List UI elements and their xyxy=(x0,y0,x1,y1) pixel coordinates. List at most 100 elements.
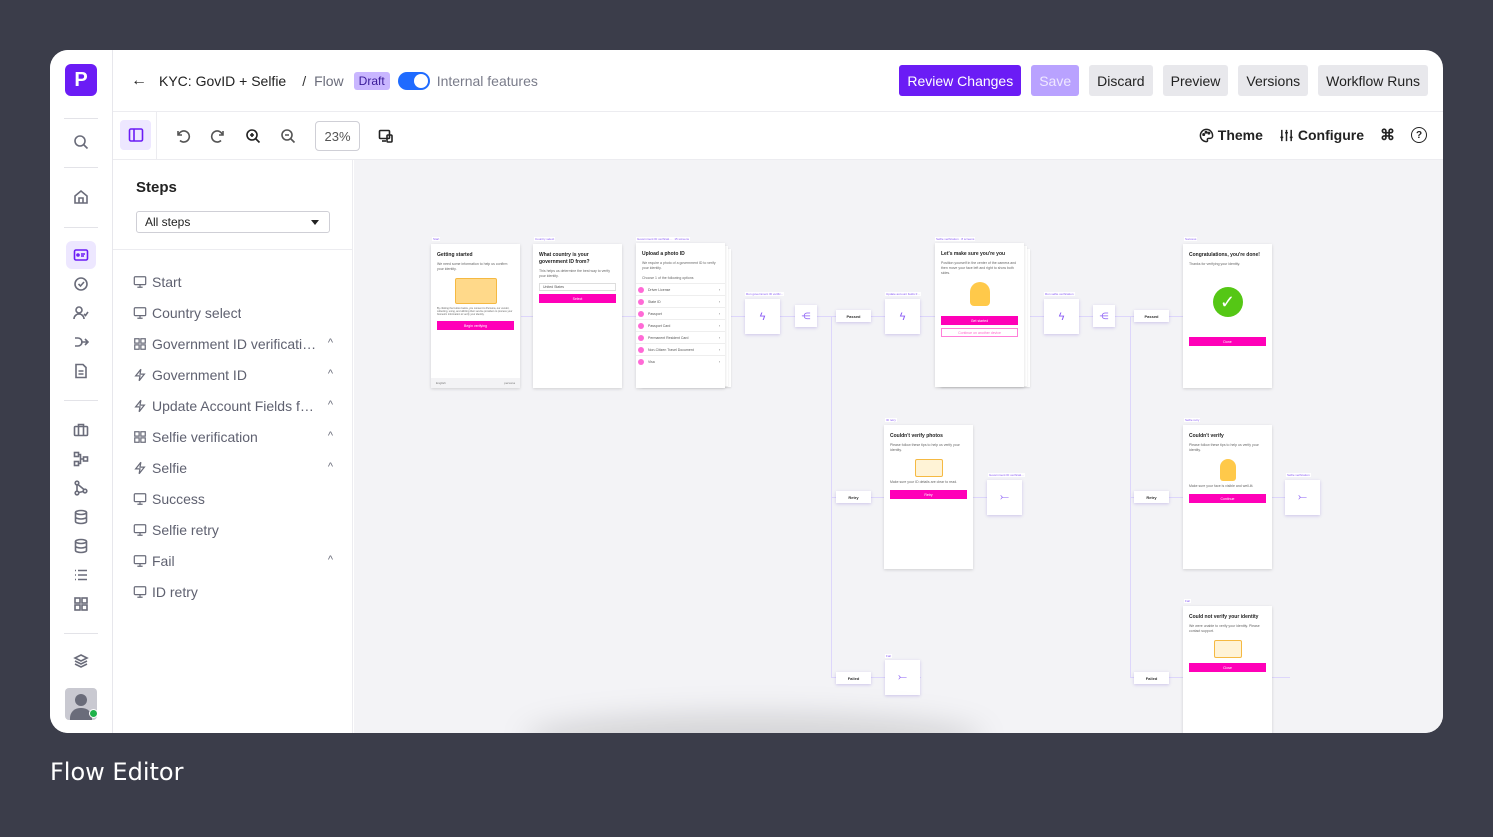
chevron-up-icon[interactable]: ^ xyxy=(328,368,333,380)
grid-icon xyxy=(134,338,146,350)
screen-text: We require a photo of a government ID to… xyxy=(642,261,716,270)
rail-transactions[interactable] xyxy=(66,328,96,356)
id-retry-screen-node[interactable]: Couldn't verify photos Please follow the… xyxy=(884,425,973,569)
step-item[interactable]: Country select xyxy=(133,302,333,324)
step-item[interactable]: Fail ^ xyxy=(133,550,333,572)
route-icon xyxy=(75,337,89,347)
id-type-icon xyxy=(638,322,644,329)
rail-data-1[interactable] xyxy=(66,503,96,531)
branch-failed[interactable]: Failed xyxy=(836,672,871,684)
configure-button[interactable]: Configure xyxy=(1279,127,1364,143)
rail-verifications[interactable] xyxy=(66,270,96,298)
chevron-up-icon[interactable]: ^ xyxy=(328,554,333,566)
goto-government-id-node[interactable]: ⤚ xyxy=(987,480,1022,515)
redo-button[interactable] xyxy=(208,126,228,146)
workflow-runs-button[interactable]: Workflow Runs xyxy=(1318,65,1428,96)
help-icon[interactable]: ? xyxy=(1411,127,1427,143)
branch-node[interactable]: ⋲ xyxy=(1093,305,1115,327)
device-preview-button[interactable] xyxy=(376,126,396,146)
step-label: Selfie retry xyxy=(152,522,219,538)
start-screen-node[interactable]: Getting started We need some information… xyxy=(431,244,520,388)
node-label: Run government ID verific... xyxy=(745,292,785,296)
branch-retry[interactable]: Retry xyxy=(836,491,871,503)
screen-text: Choose 1 of the following options xyxy=(642,276,694,280)
versions-button[interactable]: Versions xyxy=(1238,65,1309,96)
list-icon xyxy=(75,569,87,581)
success-screen-node[interactable]: Congratulations, you're done! Thanks for… xyxy=(1183,244,1272,388)
rail-workflows[interactable] xyxy=(66,445,96,473)
steps-panel: Steps All steps Start Country select Gover… xyxy=(113,160,353,733)
branch-node[interactable]: ⋲ xyxy=(795,305,817,327)
fail-screen-node[interactable]: Could not verify your identity We were u… xyxy=(1183,606,1272,733)
step-label: Government ID xyxy=(152,367,247,383)
bolt-icon: ϟ xyxy=(759,310,766,323)
rail-home[interactable] xyxy=(66,183,96,211)
branch-passed[interactable]: Passed xyxy=(1134,310,1169,322)
flow-canvas[interactable]: Start Getting started We need some infor… xyxy=(354,160,1443,733)
step-item[interactable]: Selfie retry xyxy=(133,519,333,541)
app-logo[interactable]: P xyxy=(65,64,97,96)
rail-search[interactable] xyxy=(66,128,96,156)
government-id-action-node[interactable]: ϟ xyxy=(745,299,780,334)
step-label: Selfie verification xyxy=(152,429,258,445)
rail-lists[interactable] xyxy=(66,561,96,589)
rail-cases[interactable] xyxy=(66,416,96,444)
step-item[interactable]: Selfie ^ xyxy=(133,457,333,479)
review-changes-button[interactable]: Review Changes xyxy=(899,65,1022,96)
steps-title: Steps xyxy=(136,179,177,196)
branch-retry[interactable]: Retry xyxy=(1134,491,1169,503)
country-select-node[interactable]: What country is your government ID from?… xyxy=(533,244,622,388)
command-shortcut-icon[interactable]: ⌘ xyxy=(1380,126,1395,144)
theme-button[interactable]: Theme xyxy=(1199,127,1263,143)
node-label: Government ID verificati... · 15 screens xyxy=(636,237,691,241)
chevron-up-icon[interactable]: ^ xyxy=(328,399,333,411)
steps-filter-value: All steps xyxy=(145,215,191,229)
bolt-icon xyxy=(134,461,146,475)
internal-features-toggle[interactable] xyxy=(397,71,430,90)
node-label: Start xyxy=(432,237,441,241)
save-button[interactable]: Save xyxy=(1031,65,1080,96)
chevron-up-icon[interactable]: ^ xyxy=(328,461,333,473)
selfie-node[interactable]: Let's make sure you're you Position your… xyxy=(935,243,1024,387)
selfie-action-node[interactable]: ϟ xyxy=(1044,299,1079,334)
goto-icon: ⤚ xyxy=(898,671,907,683)
rail-inquiries[interactable] xyxy=(66,241,96,269)
discard-button[interactable]: Discard xyxy=(1089,65,1153,96)
undo-button[interactable] xyxy=(173,126,193,146)
configure-label: Configure xyxy=(1297,127,1364,143)
government-id-node[interactable]: Upload a photo ID We require a photo of … xyxy=(636,243,725,388)
app-window: P ← KYC: GovID + Selfie / Flow Draft Int… xyxy=(50,50,1443,733)
chevron-up-icon[interactable]: ^ xyxy=(328,337,333,349)
zoom-out-button[interactable] xyxy=(278,126,298,146)
rail-layers[interactable] xyxy=(66,647,96,675)
branch-failed[interactable]: Failed xyxy=(1134,672,1169,684)
toggle-steps-panel-button[interactable] xyxy=(120,120,151,150)
step-item[interactable]: Start xyxy=(133,271,333,293)
rail-integrations[interactable] xyxy=(66,590,96,618)
rail-reports[interactable] xyxy=(66,357,96,385)
step-item[interactable]: Success xyxy=(133,488,333,510)
update-account-fields-node[interactable]: ϟ xyxy=(885,299,920,334)
selfie-retry-screen-node[interactable]: Couldn't verify Please follow these tips… xyxy=(1183,425,1272,569)
zoom-in-button[interactable] xyxy=(243,126,263,146)
id-option-label: Passport xyxy=(648,311,662,316)
step-item[interactable]: ID retry xyxy=(133,581,333,603)
rail-graph[interactable] xyxy=(66,474,96,502)
screen-legal: By clicking the button below, you consen… xyxy=(437,307,513,316)
rail-accounts[interactable] xyxy=(66,299,96,327)
step-item[interactable]: Government ID ^ xyxy=(133,364,333,386)
branch-passed[interactable]: Passed xyxy=(836,310,871,322)
top-header: ← KYC: GovID + Selfie / Flow Draft Inter… xyxy=(113,50,1443,112)
back-arrow-icon[interactable]: ← xyxy=(131,72,147,90)
step-item[interactable]: Update Account Fields from Government ID… xyxy=(133,395,333,417)
breadcrumb-workflow-title[interactable]: KYC: GovID + Selfie xyxy=(159,73,286,89)
step-item[interactable]: Government ID verification ^ xyxy=(133,333,333,355)
chevron-up-icon[interactable]: ^ xyxy=(328,430,333,442)
goto-selfie-node[interactable]: ⤚ xyxy=(1285,480,1320,515)
rail-data-2[interactable] xyxy=(66,532,96,560)
goto-fail-node[interactable]: ⤚ xyxy=(885,660,920,695)
step-item[interactable]: Selfie verification ^ xyxy=(133,426,333,448)
zoom-level-input[interactable]: 23% xyxy=(315,121,360,151)
steps-filter-select[interactable]: All steps xyxy=(136,211,330,233)
preview-button[interactable]: Preview xyxy=(1162,65,1229,96)
